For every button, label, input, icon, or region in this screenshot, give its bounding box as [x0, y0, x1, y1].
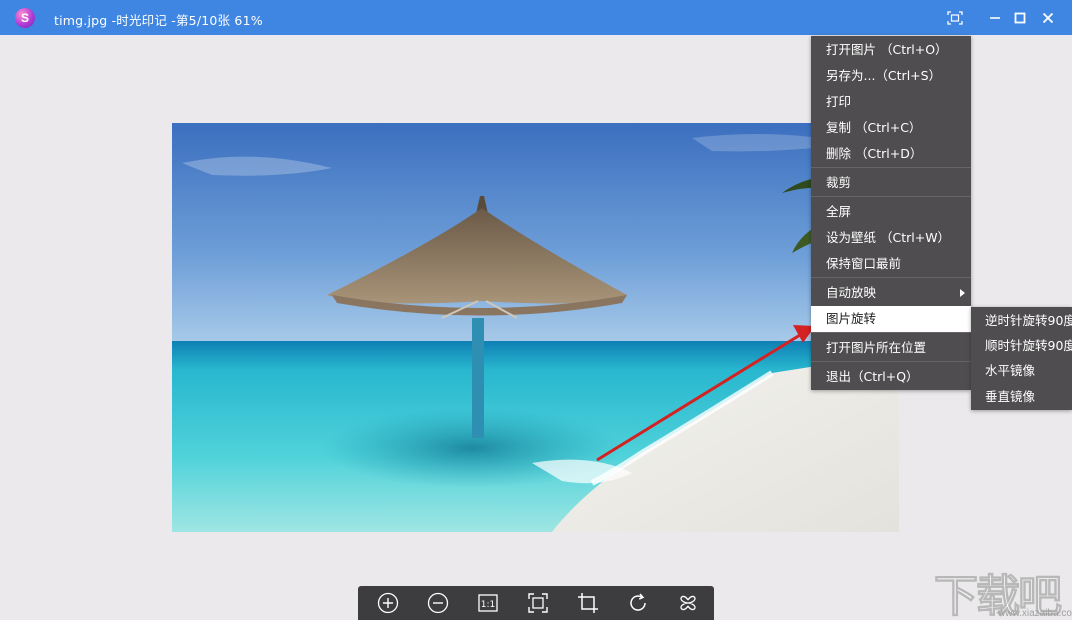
submenu-flip-vertical[interactable]: 垂直镜像	[971, 384, 1072, 410]
menu-item-open-location[interactable]: 打开图片所在位置	[811, 335, 971, 361]
rotate-icon	[630, 593, 646, 611]
close-button[interactable]	[1036, 6, 1060, 30]
menu-item-rotate-image[interactable]: 图片旋转	[811, 306, 971, 332]
zoom-in-button[interactable]	[376, 591, 400, 615]
menu-separator	[811, 196, 971, 197]
submenu-flip-horizontal[interactable]: 水平镜像	[971, 358, 1072, 384]
menu-item-open-image[interactable]: 打开图片 （Ctrl+O）	[811, 37, 971, 63]
displayed-image[interactable]	[172, 123, 899, 532]
minimize-button[interactable]	[983, 6, 1007, 30]
actual-size-button[interactable]: 1:1	[476, 591, 500, 615]
svg-text:1:1: 1:1	[481, 600, 495, 610]
watermark-url: www.xiazaiba.com	[998, 608, 1072, 619]
menu-separator	[811, 277, 971, 278]
actual-size-icon: 1:1	[478, 594, 498, 612]
menu-item-copy[interactable]: 复制 （Ctrl+C）	[811, 115, 971, 141]
menu-item-delete[interactable]: 删除 （Ctrl+D）	[811, 141, 971, 167]
rotate-button[interactable]	[626, 591, 650, 615]
maximize-button[interactable]	[1008, 6, 1032, 30]
app-logo-icon: S	[15, 8, 35, 28]
title-bar: S timg.jpg -时光印记 -第5/10张 61%	[0, 0, 1072, 35]
submenu-rotate-ccw[interactable]: 逆时针旋转90度	[971, 308, 1072, 334]
menu-item-slideshow[interactable]: 自动放映	[811, 280, 971, 306]
menu-item-fullscreen[interactable]: 全屏	[811, 199, 971, 225]
menu-item-exit[interactable]: 退出（Ctrl+Q）	[811, 364, 971, 390]
menu-item-always-on-top[interactable]: 保持窗口最前	[811, 251, 971, 277]
fit-window-icon	[528, 593, 548, 613]
more-button[interactable]	[676, 591, 700, 615]
menu-item-set-wallpaper[interactable]: 设为壁纸 （Ctrl+W）	[811, 225, 971, 251]
crop-button[interactable]	[576, 591, 600, 615]
zoom-in-icon	[377, 592, 399, 614]
zoom-out-button[interactable]	[426, 591, 450, 615]
watermark: 下载吧 www.xiazaiba.com	[934, 560, 1072, 620]
menu-separator	[811, 167, 971, 168]
menu-item-print[interactable]: 打印	[811, 89, 971, 115]
menu-item-save-as[interactable]: 另存为...（Ctrl+S）	[811, 63, 971, 89]
window-title: timg.jpg -时光印记 -第5/10张 61%	[54, 13, 263, 28]
menu-item-crop[interactable]: 裁剪	[811, 170, 971, 196]
fit-window-button[interactable]	[526, 591, 550, 615]
zoom-out-icon	[427, 592, 449, 614]
close-icon	[1042, 12, 1054, 24]
submenu-arrow-icon	[960, 289, 965, 297]
fullscreen-icon	[947, 11, 963, 25]
menu-separator	[811, 361, 971, 362]
maximize-icon	[1014, 12, 1026, 24]
context-menu: 打开图片 （Ctrl+O） 另存为...（Ctrl+S） 打印 复制 （Ctrl…	[811, 36, 971, 390]
menu-separator	[811, 332, 971, 333]
minimize-icon	[990, 17, 1000, 19]
bottom-toolbar: 1:1	[358, 586, 714, 620]
rotation-submenu: 逆时针旋转90度 顺时针旋转90度 水平镜像 垂直镜像	[971, 307, 1072, 410]
crop-icon	[578, 593, 598, 613]
more-icon	[680, 595, 696, 611]
submenu-rotate-cw[interactable]: 顺时针旋转90度	[971, 333, 1072, 359]
fullscreen-button[interactable]	[943, 6, 967, 30]
